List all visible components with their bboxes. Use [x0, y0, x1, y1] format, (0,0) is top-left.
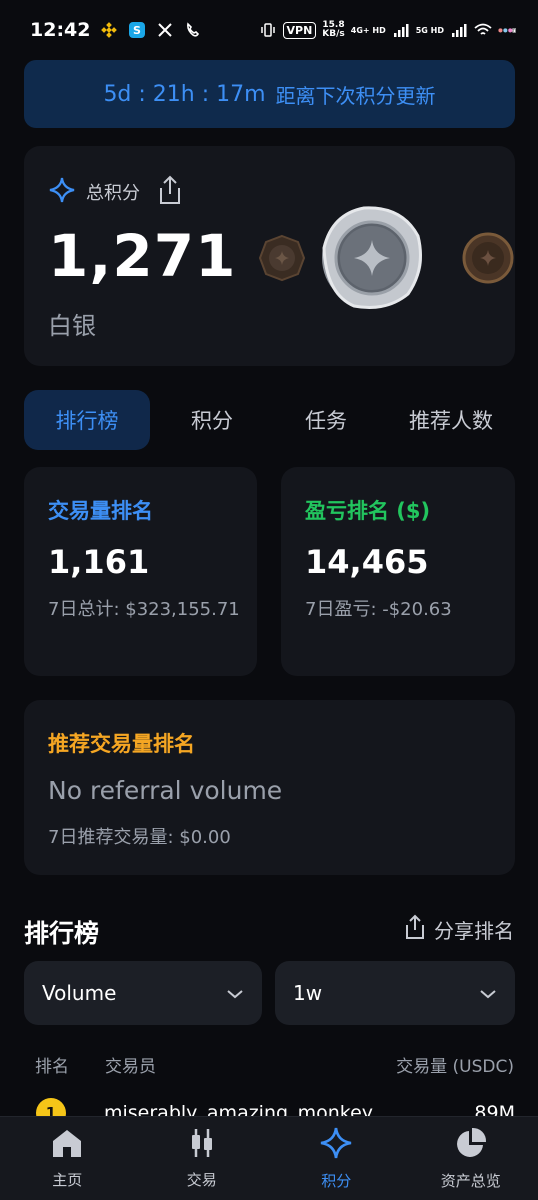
speed-unit: KB/s: [322, 29, 345, 39]
nav-home[interactable]: 主页: [0, 1117, 135, 1200]
points-update-banner: 5d : 21h : 17m 距离下次积分更新: [24, 60, 515, 128]
nav-trade[interactable]: 交易: [135, 1117, 270, 1200]
total-points-label: 总积分: [86, 183, 140, 204]
leaderboard-heading: 排行榜: [24, 919, 100, 948]
signal-icon-2: [450, 21, 468, 39]
volume-rank-value: 1,161: [48, 543, 150, 581]
bronze-badge-icon: [258, 234, 306, 282]
tab-points[interactable]: 积分: [150, 390, 274, 450]
network-speed: 15.8 KB/s: [322, 21, 344, 39]
pie-chart-icon: [454, 1126, 488, 1164]
share-icon[interactable]: [156, 174, 184, 210]
volume-rank-card[interactable]: 交易量排名 1,161 7日总计: $323,155.71: [24, 467, 257, 676]
tier-label: 白银: [48, 312, 96, 340]
metric-select-value: Volume: [42, 981, 117, 1005]
home-icon: [50, 1127, 84, 1163]
countdown-label: 距离下次积分更新: [275, 83, 436, 108]
chevron-down-icon: [479, 981, 497, 1005]
network-1: 4G+ HD: [350, 25, 386, 35]
clock: 12:42: [30, 19, 91, 41]
pnl-rank-value: 14,465: [305, 543, 429, 581]
nav-points[interactable]: 积分: [269, 1117, 404, 1200]
rank-badge: 1: [36, 1098, 66, 1118]
x-icon: [156, 21, 174, 39]
pnl-rank-card[interactable]: 盈亏排名 ($) 14,465 7日盈亏: -$20.63: [281, 467, 515, 676]
pnl-rank-sub: 7日盈亏: -$20.63: [305, 599, 452, 620]
chevron-down-icon: [226, 981, 244, 1005]
nav-home-label: 主页: [52, 1171, 83, 1189]
app-s-icon: S: [128, 21, 146, 39]
gold-badge-icon: [462, 232, 514, 284]
tab-referrals[interactable]: 推荐人数: [378, 390, 524, 450]
metric-select[interactable]: Volume: [24, 961, 262, 1025]
total-points-value: 1,271: [48, 222, 237, 290]
tab-leaderboard[interactable]: 排行榜: [24, 390, 150, 450]
candlestick-icon: [187, 1127, 217, 1163]
referral-volume-card[interactable]: 推荐交易量排名 No referral volume 7日推荐交易量: $0.0…: [24, 700, 515, 875]
sparkle-icon: [48, 176, 76, 208]
referral-empty-text: No referral volume: [48, 776, 283, 805]
vibrate-icon: [259, 21, 277, 39]
table-row[interactable]: 1 miserably_amazing_monkey 89M: [24, 1098, 515, 1118]
total-points-card: 总积分 1,271 白银: [24, 146, 515, 366]
share-rank-label: 分享排名: [434, 919, 514, 943]
section-tabs: 排行榜 积分 任务 推荐人数: [24, 390, 524, 450]
signal-icon: [392, 21, 410, 39]
silver-badge-icon: [322, 206, 422, 309]
column-trader: 交易员: [105, 1057, 156, 1077]
share-icon: [404, 914, 426, 945]
referral-volume-sub: 7日推荐交易量: $0.00: [48, 827, 231, 848]
sparkle-icon: [319, 1126, 353, 1164]
nav-points-label: 积分: [321, 1172, 352, 1190]
pnl-rank-title: 盈亏排名 ($): [305, 499, 431, 523]
share-rank-button[interactable]: 分享排名: [404, 914, 514, 945]
nav-portfolio-label: 资产总览: [440, 1172, 501, 1190]
referral-rank-title: 推荐交易量排名: [48, 732, 195, 756]
volume-rank-sub: 7日总计: $323,155.71: [48, 599, 240, 620]
volume-rank-title: 交易量排名: [48, 499, 153, 523]
nav-portfolio[interactable]: 资产总览: [404, 1117, 538, 1200]
nav-trade-label: 交易: [186, 1171, 217, 1189]
binance-icon: [100, 21, 118, 39]
period-select-value: 1w: [293, 981, 323, 1005]
phone-icon: [184, 21, 202, 39]
column-rank: 排名: [35, 1057, 69, 1077]
countdown-timer: 5d : 21h : 17m: [103, 81, 266, 107]
tab-tasks[interactable]: 任务: [274, 390, 378, 450]
pet-icons: [498, 21, 516, 39]
network-2: 5G HD: [415, 25, 444, 35]
vpn-indicator: VPN: [282, 21, 317, 39]
period-select[interactable]: 1w: [275, 961, 515, 1025]
status-bar: 12:42 S VPN 15.8 KB/s 4G+ HD 5G HD: [0, 0, 538, 60]
wifi-icon: [474, 21, 492, 39]
svg-text:S: S: [134, 24, 142, 37]
tier-badges[interactable]: [254, 204, 514, 312]
bottom-nav: 主页 交易 积分 资产总览: [0, 1116, 538, 1200]
column-volume: 交易量 (USDC): [396, 1057, 514, 1077]
